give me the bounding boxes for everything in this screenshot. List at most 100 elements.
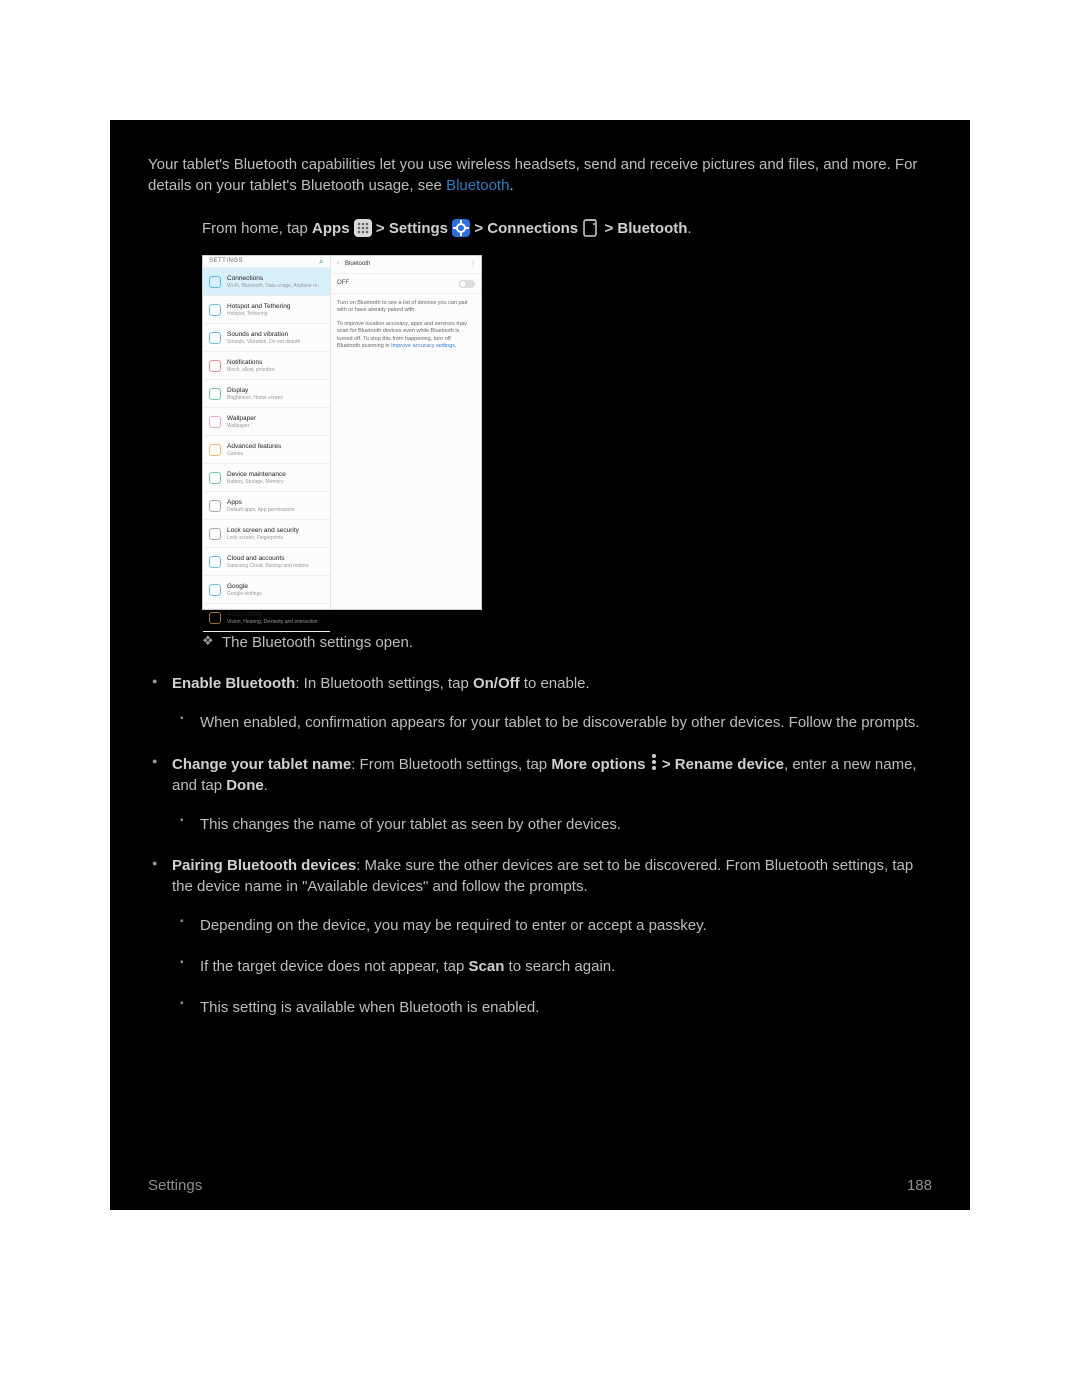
step-pairing: Pairing Bluetooth devices: Make sure the… <box>148 855 932 1018</box>
sidebar-item-title: Apps <box>227 498 295 507</box>
more-options-icon: ⋮ <box>470 260 475 268</box>
result-item: The Bluetooth settings open. <box>202 632 932 653</box>
sidebar-item-subtitle: Wallpaper <box>227 423 256 430</box>
enable-label: Enable Bluetooth <box>172 675 295 692</box>
nav-sep1: > <box>376 220 389 237</box>
sidebar-item: Advanced featuresGames <box>203 436 330 464</box>
sidebar-item-subtitle: Google settings <box>227 591 262 598</box>
pairing-sub-a: Depending on the device, you may be requ… <box>172 915 932 936</box>
settings-sidebar-header: SETTINGS ⌕ <box>203 256 330 268</box>
pairing-b-pre: If the target device does not appear, ta… <box>200 958 469 975</box>
sidebar-item-title: Cloud and accounts <box>227 554 309 563</box>
sidebar-item: WallpaperWallpaper <box>203 408 330 436</box>
off-label: OFF <box>337 279 349 287</box>
sidebar-item-icon <box>209 388 221 400</box>
settings-icon <box>452 219 470 237</box>
search-icon: ⌕ <box>319 256 324 267</box>
detail-info: Turn on Bluetooth to see a list of devic… <box>331 294 481 357</box>
sidebar-item-subtitle: Default apps, App permissions <box>227 507 295 514</box>
result-list: The Bluetooth settings open. <box>202 632 932 673</box>
sidebar-item-title: Hotspot and Tethering <box>227 302 290 311</box>
sidebar-item-subtitle: Wi-Fi, Bluetooth, Data usage, Airplane m… <box>227 283 322 290</box>
info2-post: . <box>455 343 457 349</box>
improve-accuracy-link: Improve accuracy settings <box>391 343 455 349</box>
sidebar-item-subtitle: Brightness, Home screen <box>227 395 283 402</box>
sidebar-item-icon <box>209 444 221 456</box>
sidebar-item-icon <box>209 332 221 344</box>
sidebar-item-title: Display <box>227 386 283 395</box>
rename-more: More options <box>551 756 645 773</box>
pairing-label: Pairing Bluetooth devices <box>172 857 356 874</box>
sidebar-item-icon <box>209 416 221 428</box>
settings-sidebar-title: SETTINGS <box>209 257 243 265</box>
sidebar-item: ConnectionsWi-Fi, Bluetooth, Data usage,… <box>203 268 330 296</box>
nav-settings-label: Settings <box>389 220 448 237</box>
sidebar-item-icon <box>209 472 221 484</box>
detail-header: ‹ Bluetooth ⋮ <box>331 256 481 274</box>
sidebar-item-subtitle: Sounds, Vibration, Do not disturb <box>227 339 300 346</box>
rename-sub: This changes the name of your tablet as … <box>172 814 932 835</box>
pairing-b-post: to search again. <box>504 958 615 975</box>
connections-icon <box>582 219 600 237</box>
nav-prefix: From home, tap <box>202 220 312 237</box>
enable-sublist: When enabled, confirmation appears for y… <box>172 712 932 733</box>
nav-sep2: > <box>474 220 487 237</box>
rename-label: Change your tablet name <box>172 756 351 773</box>
enable-sub: When enabled, confirmation appears for y… <box>172 712 932 733</box>
pairing-sub-c: This setting is available when Bluetooth… <box>172 997 932 1018</box>
navigation-line: From home, tap Apps > Settings > Connect… <box>202 218 932 239</box>
sidebar-item-subtitle: Vision, Hearing, Dexterity and interacti… <box>227 619 318 626</box>
sidebar-item-subtitle: Samsung Cloud, Backup and restore <box>227 563 309 570</box>
sidebar-item-icon <box>209 276 221 288</box>
sidebar-item-icon <box>209 500 221 512</box>
bluetooth-toggle-row: OFF <box>331 274 481 294</box>
page-number: 188 <box>907 1175 932 1196</box>
sidebar-item-title: Advanced features <box>227 442 281 451</box>
sidebar-item-title: Accessibility <box>227 610 318 619</box>
step-enable: Enable Bluetooth: In Bluetooth settings,… <box>148 673 932 733</box>
nav-connections-label: Connections <box>487 220 578 237</box>
intro-text: Your tablet's Bluetooth capabilities let… <box>148 156 917 194</box>
rename-sublist: This changes the name of your tablet as … <box>172 814 932 835</box>
back-icon: ‹ <box>337 260 339 268</box>
sidebar-item: GoogleGoogle settings <box>203 576 330 604</box>
sidebar-item: Lock screen and securityLock screen, Fin… <box>203 520 330 548</box>
step-rename: Change your tablet name: From Bluetooth … <box>148 753 932 835</box>
sidebar-item-icon <box>209 304 221 316</box>
enable-toggle: On/Off <box>473 675 520 692</box>
sidebar-item-subtitle: Block, allow, prioritize <box>227 367 275 374</box>
bluetooth-link[interactable]: Bluetooth <box>446 177 509 194</box>
sidebar-item: Cloud and accountsSamsung Cloud, Backup … <box>203 548 330 576</box>
settings-sidebar: SETTINGS ⌕ ConnectionsWi-Fi, Bluetooth, … <box>203 256 331 609</box>
sidebar-item-subtitle: Hotspot, Tethering <box>227 311 290 318</box>
sidebar-item-icon <box>209 360 221 372</box>
footer-section: Settings <box>148 1175 202 1196</box>
sidebar-item-title: Google <box>227 582 262 591</box>
nav-apps-label: Apps <box>312 220 350 237</box>
sidebar-item-title: Sounds and vibration <box>227 330 300 339</box>
steps-list: Enable Bluetooth: In Bluetooth settings,… <box>148 673 932 1038</box>
sidebar-item-icon <box>209 584 221 596</box>
rename-done: Done <box>226 777 264 794</box>
sidebar-item: Device maintenanceBattery, Storage, Memo… <box>203 464 330 492</box>
sidebar-item-title: Notifications <box>227 358 275 367</box>
sidebar-item-subtitle: Games <box>227 451 281 458</box>
sidebar-item-title: Connections <box>227 274 322 283</box>
sidebar-item-title: Wallpaper <box>227 414 256 423</box>
toggle-switch <box>459 280 475 288</box>
sidebar-item-title: Device maintenance <box>227 470 286 479</box>
info-paragraph-2: To improve location accuracy, apps and s… <box>337 321 475 351</box>
sidebar-item: AccessibilityVision, Hearing, Dexterity … <box>203 604 330 632</box>
apps-icon <box>354 219 372 237</box>
document-page: Your tablet's Bluetooth capabilities let… <box>110 120 970 1210</box>
more-options-icon <box>650 753 658 771</box>
rename-device: Rename device <box>675 756 784 773</box>
intro-suffix: . <box>509 177 513 194</box>
sidebar-item-title: Lock screen and security <box>227 526 299 535</box>
sidebar-item: AppsDefault apps, App permissions <box>203 492 330 520</box>
sidebar-item: Sounds and vibrationSounds, Vibration, D… <box>203 324 330 352</box>
sidebar-item: DisplayBrightness, Home screen <box>203 380 330 408</box>
sidebar-item-icon <box>209 556 221 568</box>
sidebar-item-subtitle: Lock screen, Fingerprints <box>227 535 299 542</box>
pairing-sub-b: If the target device does not appear, ta… <box>172 956 932 977</box>
